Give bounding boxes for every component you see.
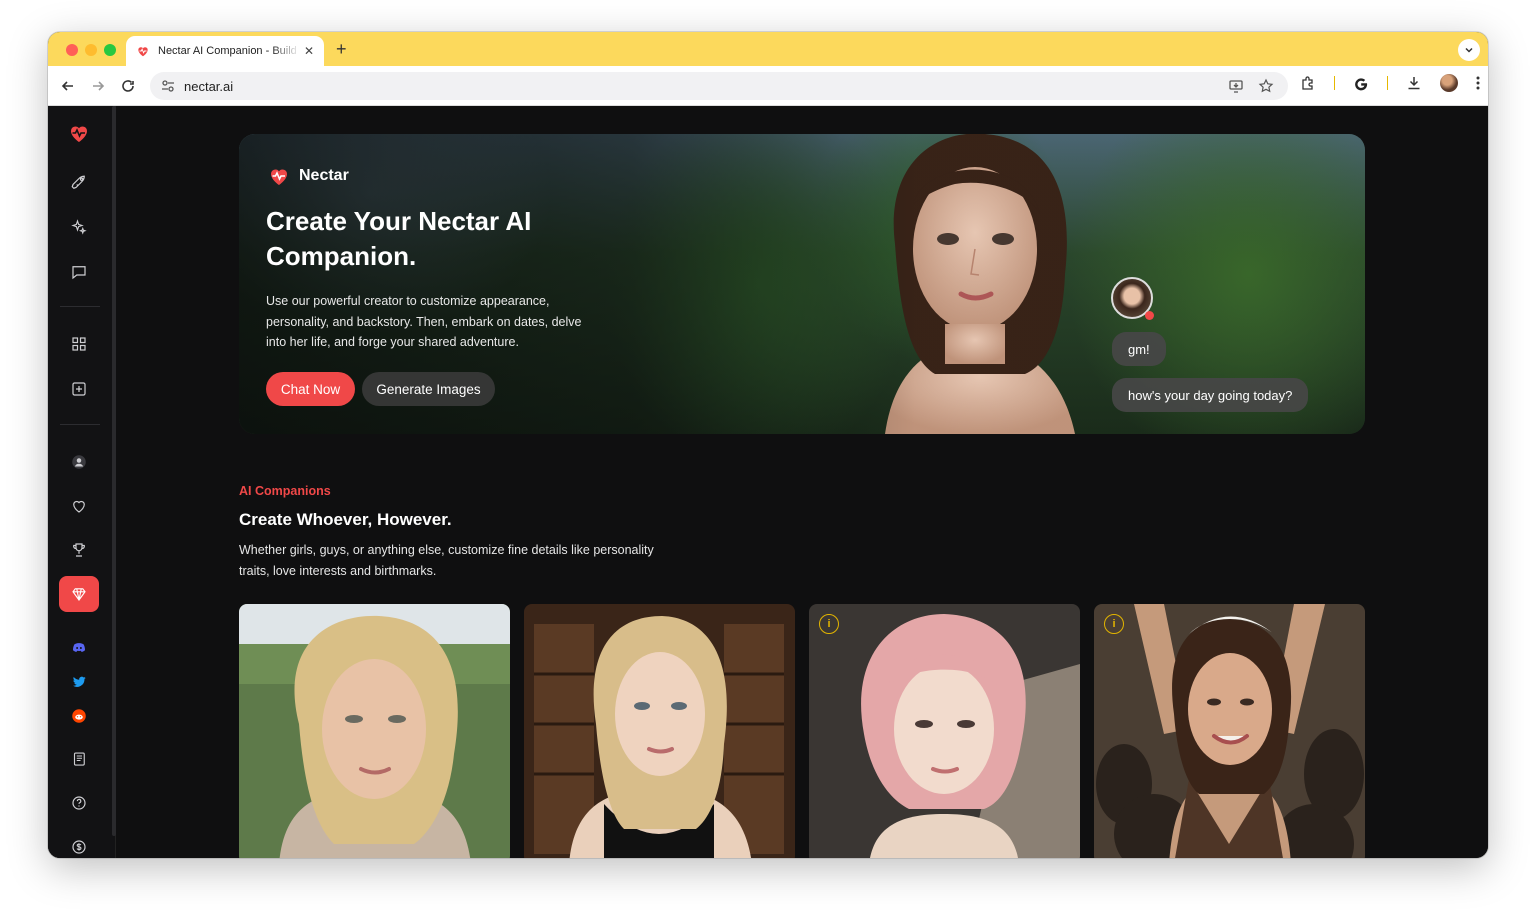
- companion-image: [524, 604, 795, 858]
- minimize-window-button[interactable]: [85, 44, 97, 56]
- chat-bubble: how's your day going today?: [1112, 378, 1309, 412]
- sidebar-item-explore[interactable]: [59, 165, 99, 201]
- gem-icon: [72, 588, 86, 601]
- blog-icon: [73, 752, 85, 766]
- arrow-left-icon: [61, 81, 73, 91]
- sidebar-scrollbar[interactable]: [112, 106, 116, 836]
- twitter-icon: [73, 676, 86, 687]
- rocket-icon: [71, 175, 85, 189]
- page-content: Nectar Create Your Nectar AI Companion. …: [48, 106, 1488, 858]
- hero-description: Use our powerful creator to customize ap…: [266, 294, 582, 349]
- sidebar-item-blog[interactable]: [59, 741, 99, 777]
- sidebar-item-home[interactable]: [59, 115, 99, 151]
- sidebar-item-twitter[interactable]: [59, 664, 99, 700]
- toolbar-separator: [1334, 76, 1335, 90]
- install-app-icon[interactable]: [1228, 78, 1244, 94]
- reload-button[interactable]: [118, 76, 138, 96]
- new-tab-button[interactable]: +: [336, 39, 347, 60]
- info-icon[interactable]: i: [819, 614, 839, 634]
- sidebar: [48, 106, 116, 858]
- address-bar[interactable]: nectar.ai: [150, 72, 1288, 100]
- nectar-logo-icon: [271, 169, 287, 185]
- close-window-button[interactable]: [66, 44, 78, 56]
- chevron-down-icon: [1465, 47, 1473, 53]
- reload-icon: [122, 80, 134, 92]
- sidebar-item-reddit[interactable]: [59, 698, 99, 734]
- extensions-icon[interactable]: [1300, 75, 1316, 91]
- close-tab-icon[interactable]: ✕: [304, 44, 314, 58]
- tab-nectar[interactable]: Nectar AI Companion - Build ✕: [126, 36, 324, 66]
- tab-strip: Nectar AI Companion - Build ✕ +: [48, 32, 1488, 66]
- section-description: Whether girls, guys, or anything else, c…: [239, 543, 654, 578]
- reddit-icon: [72, 709, 86, 723]
- companion-image: [239, 604, 510, 858]
- companion-card[interactable]: i: [809, 604, 1080, 858]
- sidebar-item-favorites[interactable]: [59, 488, 99, 524]
- forward-button[interactable]: [88, 76, 108, 96]
- star-bookmark-icon[interactable]: [1258, 78, 1274, 94]
- profile-avatar[interactable]: [1440, 74, 1458, 92]
- help-icon: [72, 796, 86, 810]
- tab-search-button[interactable]: [1458, 39, 1480, 61]
- hero-title: Create Your Nectar AI Companion.: [266, 206, 532, 271]
- add-square-icon: [72, 382, 86, 396]
- brand-name: Nectar: [299, 167, 349, 184]
- url-text[interactable]: nectar.ai: [184, 79, 1228, 94]
- chat-icon: [72, 266, 86, 280]
- maximize-window-button[interactable]: [104, 44, 116, 56]
- sidebar-item-gallery[interactable]: [59, 326, 99, 362]
- companion-card[interactable]: [524, 604, 795, 858]
- browser-window: Nectar AI Companion - Build ✕ + nectar.a…: [48, 32, 1488, 858]
- sidebar-divider: [60, 424, 100, 425]
- info-icon[interactable]: i: [1104, 614, 1124, 634]
- sidebar-item-pricing[interactable]: [59, 829, 99, 858]
- user-icon: [72, 455, 86, 469]
- brand: Nectar: [267, 164, 349, 188]
- section-label: AI Companions: [239, 484, 331, 498]
- sidebar-item-premium[interactable]: [59, 576, 99, 612]
- download-icon[interactable]: [1406, 75, 1422, 91]
- hero-banner: Nectar Create Your Nectar AI Companion. …: [239, 134, 1365, 434]
- site-settings-icon[interactable]: [160, 78, 176, 94]
- sidebar-item-chat[interactable]: [59, 254, 99, 290]
- heart-icon: [73, 500, 85, 513]
- back-button[interactable]: [58, 76, 78, 96]
- arrow-right-icon: [93, 81, 105, 91]
- sidebar-divider: [60, 306, 100, 307]
- toolbar-separator: [1387, 76, 1388, 90]
- browser-toolbar: nectar.ai: [48, 66, 1488, 106]
- nectar-favicon-icon: [138, 47, 148, 57]
- chat-now-button[interactable]: Chat Now: [266, 372, 355, 406]
- sidebar-item-leaderboard[interactable]: [59, 532, 99, 568]
- google-icon[interactable]: [1353, 75, 1369, 91]
- kebab-menu-icon[interactable]: [1476, 76, 1480, 90]
- companion-card[interactable]: i: [1094, 604, 1365, 858]
- sidebar-item-help[interactable]: [59, 785, 99, 821]
- sidebar-item-profile[interactable]: [59, 444, 99, 480]
- chat-bubble: gm!: [1112, 332, 1166, 366]
- discord-icon: [73, 643, 85, 652]
- trophy-icon: [73, 543, 85, 557]
- companion-card[interactable]: [239, 604, 510, 858]
- tab-title: Nectar AI Companion - Build: [158, 45, 297, 57]
- sidebar-item-discord[interactable]: [59, 630, 99, 666]
- sidebar-item-create[interactable]: [59, 209, 99, 245]
- online-indicator: [1145, 311, 1154, 320]
- dollar-icon: [72, 840, 86, 854]
- sparkles-icon: [71, 219, 87, 235]
- sidebar-item-new[interactable]: [59, 371, 99, 407]
- companion-image: [809, 604, 1080, 858]
- grid-icon: [72, 337, 86, 351]
- heart-pulse-icon: [71, 126, 87, 142]
- generate-images-button[interactable]: Generate Images: [362, 372, 495, 406]
- section-title: Create Whoever, However.: [239, 510, 452, 529]
- companion-image: [1094, 604, 1365, 858]
